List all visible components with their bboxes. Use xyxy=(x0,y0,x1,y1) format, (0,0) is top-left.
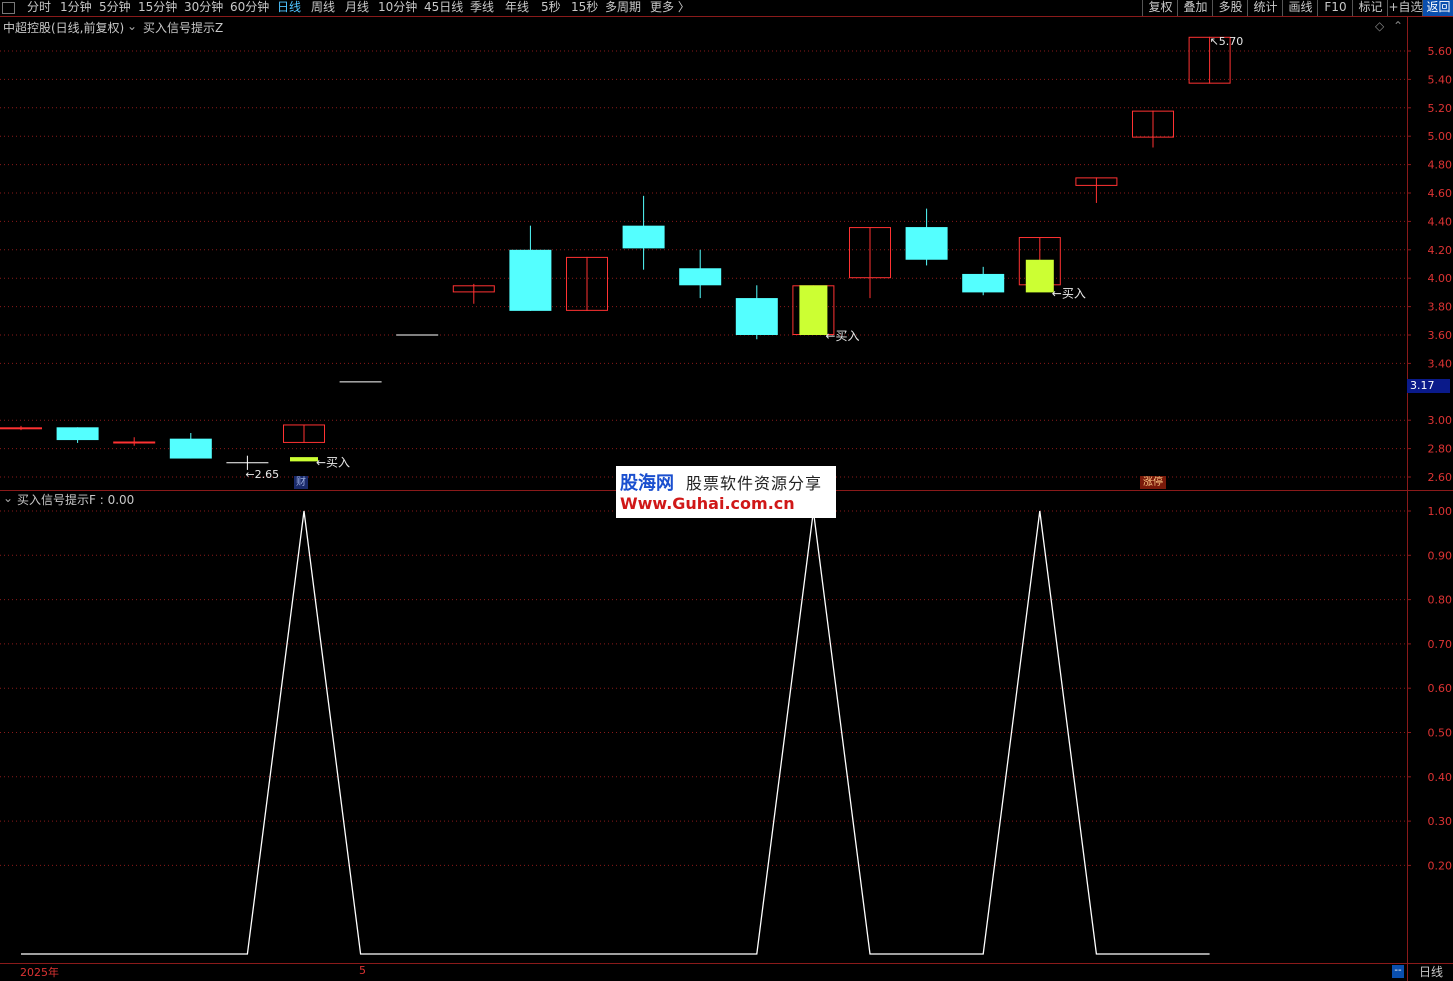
candle-body-1 xyxy=(56,427,99,441)
sub-y-label-2: 0.80 xyxy=(1428,594,1453,607)
sub-y-label-3: 0.70 xyxy=(1428,638,1453,651)
main-y-label-6: 4.40 xyxy=(1428,215,1453,228)
main-y-label-3: 5.00 xyxy=(1428,130,1453,143)
buy-signal-bar-14 xyxy=(799,285,828,335)
watermark-url: Www.Guhai.com.cn xyxy=(620,494,795,513)
sub-y-label-4: 0.60 xyxy=(1428,682,1453,695)
main-y-label-9: 3.80 xyxy=(1428,301,1453,314)
sub-y-label-7: 0.30 xyxy=(1428,815,1453,828)
candle-body-16 xyxy=(905,227,948,260)
limit-up-badge[interactable]: 涨停 xyxy=(1140,476,1166,489)
period-indicator[interactable]: 日线 xyxy=(1407,963,1453,981)
main-y-label-5: 4.60 xyxy=(1428,187,1453,200)
main-y-label-11: 3.40 xyxy=(1428,357,1453,370)
candle-body-13 xyxy=(735,298,778,335)
sub-y-label-8: 0.20 xyxy=(1428,859,1453,872)
candle-body-3 xyxy=(169,438,212,459)
low-price-label: ←2.65 xyxy=(245,468,279,481)
high-price-label: ↖5.70 xyxy=(1210,35,1244,48)
signal-line-series xyxy=(21,510,1210,955)
sub-y-label-1: 0.90 xyxy=(1428,549,1453,562)
main-y-label-14: 2.60 xyxy=(1428,471,1453,484)
main-y-label-1: 5.40 xyxy=(1428,73,1453,86)
sub-y-label-5: 0.50 xyxy=(1428,727,1453,740)
watermark-logo: 股海网 股票软件资源分享 Www.Guhai.com.cn xyxy=(616,466,836,518)
main-y-label-8: 4.00 xyxy=(1428,272,1453,285)
finance-badge[interactable]: 财 xyxy=(294,476,308,489)
buy-signal-bar-18 xyxy=(1025,259,1054,293)
candle-body-2 xyxy=(113,441,156,444)
sub-y-label-0: 1.00 xyxy=(1428,505,1453,518)
main-y-label-10: 3.60 xyxy=(1428,329,1453,342)
candle-body-9 xyxy=(509,249,552,311)
main-y-label-0: 5.60 xyxy=(1428,45,1453,58)
candle-body-17 xyxy=(962,273,1005,293)
buy-signal-label-14: ←买入 xyxy=(825,329,859,343)
current-price-tag: 3.17 xyxy=(1407,379,1450,393)
footer-option-button[interactable]: -- xyxy=(1392,965,1404,978)
sub-y-label-6: 0.40 xyxy=(1428,771,1453,784)
watermark-brand: 股海网 xyxy=(620,473,674,494)
main-y-label-4: 4.80 xyxy=(1428,159,1453,172)
candle-body-0 xyxy=(0,427,42,430)
main-y-label-2: 5.20 xyxy=(1428,102,1453,115)
x-axis-year: 2025年 xyxy=(20,966,59,979)
main-y-label-12: 3.00 xyxy=(1428,414,1453,427)
candle-body-11 xyxy=(622,225,665,249)
buy-signal-label-5: ←买入 xyxy=(316,455,350,469)
main-y-label-13: 2.80 xyxy=(1428,443,1453,456)
main-y-label-7: 4.20 xyxy=(1428,244,1453,257)
watermark-slogan: 股票软件资源分享 xyxy=(686,474,823,493)
candle-body-12 xyxy=(679,268,722,286)
buy-signal-bar-5 xyxy=(290,457,318,462)
buy-signal-label-18: ←买入 xyxy=(1052,286,1086,300)
x-axis-month: 5 xyxy=(359,964,366,977)
